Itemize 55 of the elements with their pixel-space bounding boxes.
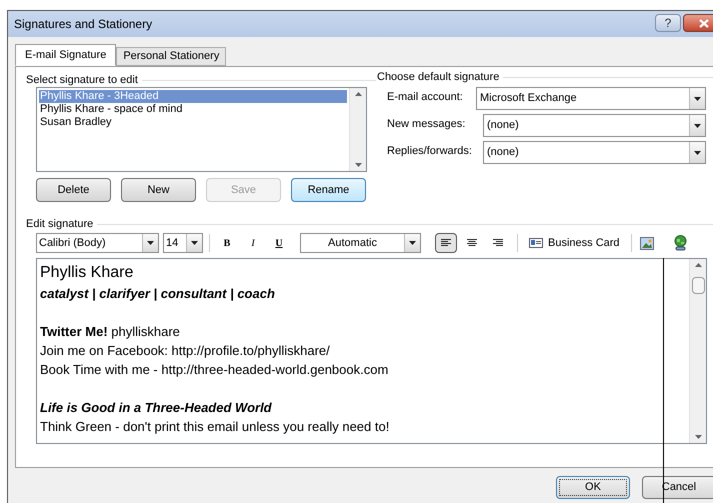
scroll-thumb[interactable] [692,277,705,294]
color-dropdown[interactable]: Automatic [300,233,421,253]
scroll-down-icon[interactable] [694,435,702,439]
list-item[interactable]: Phyllis Khare - space of mind [39,103,347,116]
scroll-up-icon[interactable] [354,92,362,96]
font-dropdown[interactable]: Calibri (Body) [36,233,159,253]
dialog-button[interactable]: OK [556,476,630,499]
signature-name: Phyllis Khare [40,263,134,283]
signature-button[interactable]: Rename [291,178,366,202]
align-left-icon [441,239,451,247]
dropdown-field[interactable]: Microsoft Exchange [476,87,706,110]
align-right-icon [493,239,503,247]
scroll-down-icon[interactable] [354,163,362,167]
help-button[interactable]: ? [655,14,681,32]
picture-icon[interactable] [640,236,654,250]
group-label: Select signature to edit [26,73,138,88]
signature-button[interactable]: Delete [36,178,111,202]
close-button[interactable] [683,14,713,32]
group-label: Edit signature [26,217,94,232]
tab[interactable]: Personal Stationery [116,47,226,66]
signature-line: Think Green - don't print this email unless you really need to! [40,418,390,436]
signature-line: Join me on Facebook: http://profile.to/phylliskhare/ [40,342,331,360]
card-icon [529,238,543,248]
dropdown-value: Automatic [327,236,378,251]
signature-editor[interactable] [36,258,707,444]
globe-link-icon[interactable] [674,235,687,251]
signature-line: Book Time with me - http://three-headed-world.genbook.com [40,361,390,379]
size-dropdown[interactable]: 14 [163,233,203,253]
bold-button[interactable]: B [216,233,238,253]
signature-tagline: catalyst | clarifyer | consultant | coach [40,285,276,303]
business-card-button[interactable]: Business Card [526,233,623,253]
close-icon [699,18,709,28]
underline-button[interactable]: U [268,233,290,253]
dropdown-value: (none) [486,145,520,160]
scrollbar[interactable] [349,88,366,171]
dropdown-field[interactable]: (none) [483,114,706,137]
field-label: Replies/forwards: [387,144,473,159]
tab[interactable]: E-mail Signature [15,44,116,66]
field-label: New messages: [387,117,466,132]
dropdown-value: (none) [486,118,520,134]
signature-line: Twitter Me! phylliskhare [40,323,181,341]
italic-button[interactable]: I [242,233,264,253]
signature-tagline: Life is Good in a Three-Headed World [40,399,273,417]
list-item[interactable]: Susan Bradley [39,116,347,129]
scroll-up-icon[interactable] [694,263,702,267]
dropdown-value: Microsoft Exchange [479,91,578,106]
align-button[interactable] [435,233,457,253]
align-center-icon [467,239,477,247]
signature-button[interactable]: New [121,178,196,202]
dropdown-field[interactable]: (none) [483,141,706,164]
dropdown-value: 14 [165,236,180,251]
dropdown-value: Calibri (Body) [38,236,107,251]
scrollbar[interactable] [689,259,706,443]
window-title: Signatures and Stationery [14,16,152,33]
group-label: Choose default signature [377,70,500,85]
